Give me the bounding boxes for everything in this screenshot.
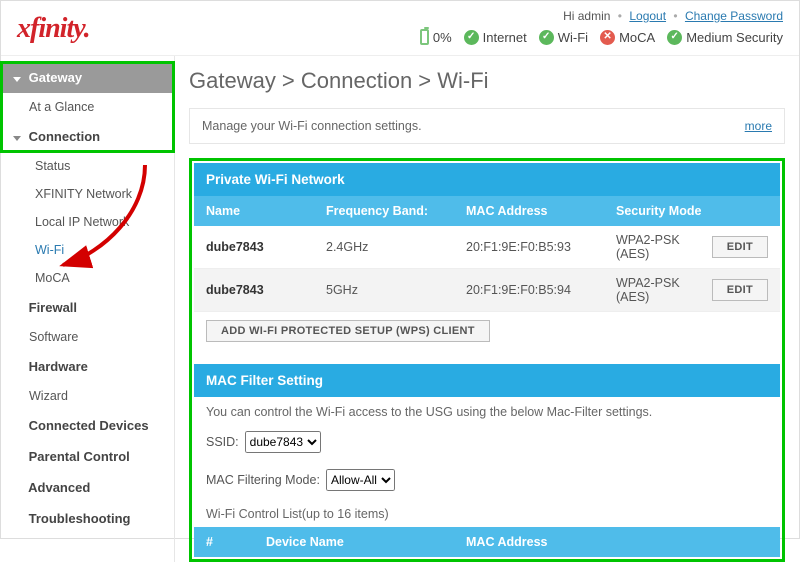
sidebar-item-moca[interactable]: MoCA (1, 264, 174, 292)
col-freq: Frequency Band: (326, 204, 466, 218)
help-text: Manage your Wi-Fi connection settings. (202, 119, 422, 133)
sidebar-group-hardware[interactable]: Hardware (1, 351, 174, 382)
sidebar-group-connection[interactable]: Connection (1, 121, 174, 152)
change-password-link[interactable]: Change Password (685, 9, 783, 23)
brand-logo: xfinity. (17, 13, 90, 45)
x-icon: ✕ (600, 30, 615, 45)
separator: • (614, 9, 626, 23)
listcol-mac: MAC Address (466, 535, 768, 549)
wifi-row: dube7843 5GHz 20:F1:9E:F0:B5:94 WPA2-PSK… (194, 269, 780, 312)
cell-mac: 20:F1:9E:F0:B5:94 (466, 283, 616, 297)
sidebar-label: Gateway (29, 70, 82, 85)
sidebar-label: Advanced (28, 480, 90, 495)
panel-title-private-wifi: Private Wi-Fi Network (194, 163, 780, 196)
sidebar-item-wizard[interactable]: Wizard (1, 382, 174, 410)
more-link[interactable]: more (745, 119, 772, 133)
mac-filter-desc: You can control the Wi-Fi access to the … (194, 397, 780, 423)
battery-icon (420, 29, 429, 45)
mac-mode-label: MAC Filtering Mode: (206, 473, 320, 487)
chevron-right-icon (13, 515, 21, 523)
status-internet: Internet (483, 30, 527, 45)
breadcrumb: Gateway > Connection > Wi-Fi (189, 64, 785, 108)
edit-button[interactable]: EDIT (712, 279, 768, 301)
check-icon: ✓ (539, 30, 554, 45)
user-bar: Hi admin • Logout • Change Password (563, 9, 783, 23)
check-icon: ✓ (464, 30, 479, 45)
check-icon: ✓ (667, 30, 682, 45)
sidebar-group-connected-devices[interactable]: Connected Devices (1, 410, 174, 441)
ssid-label: SSID: (206, 435, 239, 449)
chevron-down-icon (13, 136, 21, 141)
add-wps-client-button[interactable]: ADD WI-FI PROTECTED SETUP (WPS) CLIENT (206, 320, 490, 342)
sidebar-item-local-ip[interactable]: Local IP Network (1, 208, 174, 236)
separator: • (669, 9, 681, 23)
sidebar-item-xfinity-network[interactable]: XFINITY Network (1, 180, 174, 208)
mac-mode-select[interactable]: Allow-All (326, 469, 395, 491)
col-name: Name (206, 204, 326, 218)
sidebar-group-parental-control[interactable]: Parental Control (1, 441, 174, 472)
listcol-num: # (206, 535, 266, 549)
chevron-down-icon (13, 77, 21, 82)
wifi-row: dube7843 2.4GHz 20:F1:9E:F0:B5:93 WPA2-P… (194, 226, 780, 269)
sidebar-item-at-a-glance[interactable]: At a Glance (1, 93, 174, 121)
chevron-right-icon (13, 484, 21, 492)
sidebar-item-status[interactable]: Status (1, 152, 174, 180)
cell-name: dube7843 (206, 240, 326, 254)
listcol-device: Device Name (266, 535, 466, 549)
chevron-right-icon (13, 453, 21, 461)
edit-button[interactable]: EDIT (712, 236, 768, 258)
sidebar-label: Connected Devices (29, 418, 149, 433)
sidebar-label: Hardware (29, 359, 88, 374)
col-sec: Security Mode (616, 204, 768, 218)
greeting-text: Hi admin (563, 9, 610, 23)
status-security: Medium Security (686, 30, 783, 45)
sidebar-label: Connection (29, 129, 101, 144)
cell-freq: 2.4GHz (326, 240, 466, 254)
ssid-select[interactable]: dube7843 (245, 431, 321, 453)
chevron-right-icon (13, 304, 21, 312)
battery-percent: 0% (433, 30, 452, 45)
status-wifi: Wi-Fi (558, 30, 588, 45)
sidebar-group-firewall[interactable]: Firewall (1, 292, 174, 323)
sidebar-item-software[interactable]: Software (1, 323, 174, 351)
sidebar-label: Troubleshooting (29, 511, 131, 526)
control-list-label: Wi-Fi Control List(up to 16 items) (194, 499, 780, 525)
status-moca: MoCA (619, 30, 655, 45)
cell-freq: 5GHz (326, 283, 466, 297)
sidebar-label: Parental Control (29, 449, 130, 464)
col-mac: MAC Address (466, 204, 616, 218)
sidebar-group-advanced[interactable]: Advanced (1, 472, 174, 503)
logout-link[interactable]: Logout (629, 9, 666, 23)
cell-sec: WPA2-PSK (AES) (616, 233, 712, 261)
sidebar-group-troubleshooting[interactable]: Troubleshooting (1, 503, 174, 534)
chevron-right-icon (13, 363, 21, 371)
cell-name: dube7843 (206, 283, 326, 297)
chevron-right-icon (13, 422, 21, 430)
sidebar: Gateway At a Glance Connection Status XF… (1, 56, 175, 562)
sidebar-label: Firewall (29, 300, 77, 315)
cell-sec: WPA2-PSK (AES) (616, 276, 712, 304)
cell-mac: 20:F1:9E:F0:B5:93 (466, 240, 616, 254)
panel-title-mac-filter: MAC Filter Setting (194, 364, 780, 397)
sidebar-group-gateway[interactable]: Gateway (1, 62, 174, 93)
sidebar-item-wifi[interactable]: Wi-Fi (1, 236, 174, 264)
